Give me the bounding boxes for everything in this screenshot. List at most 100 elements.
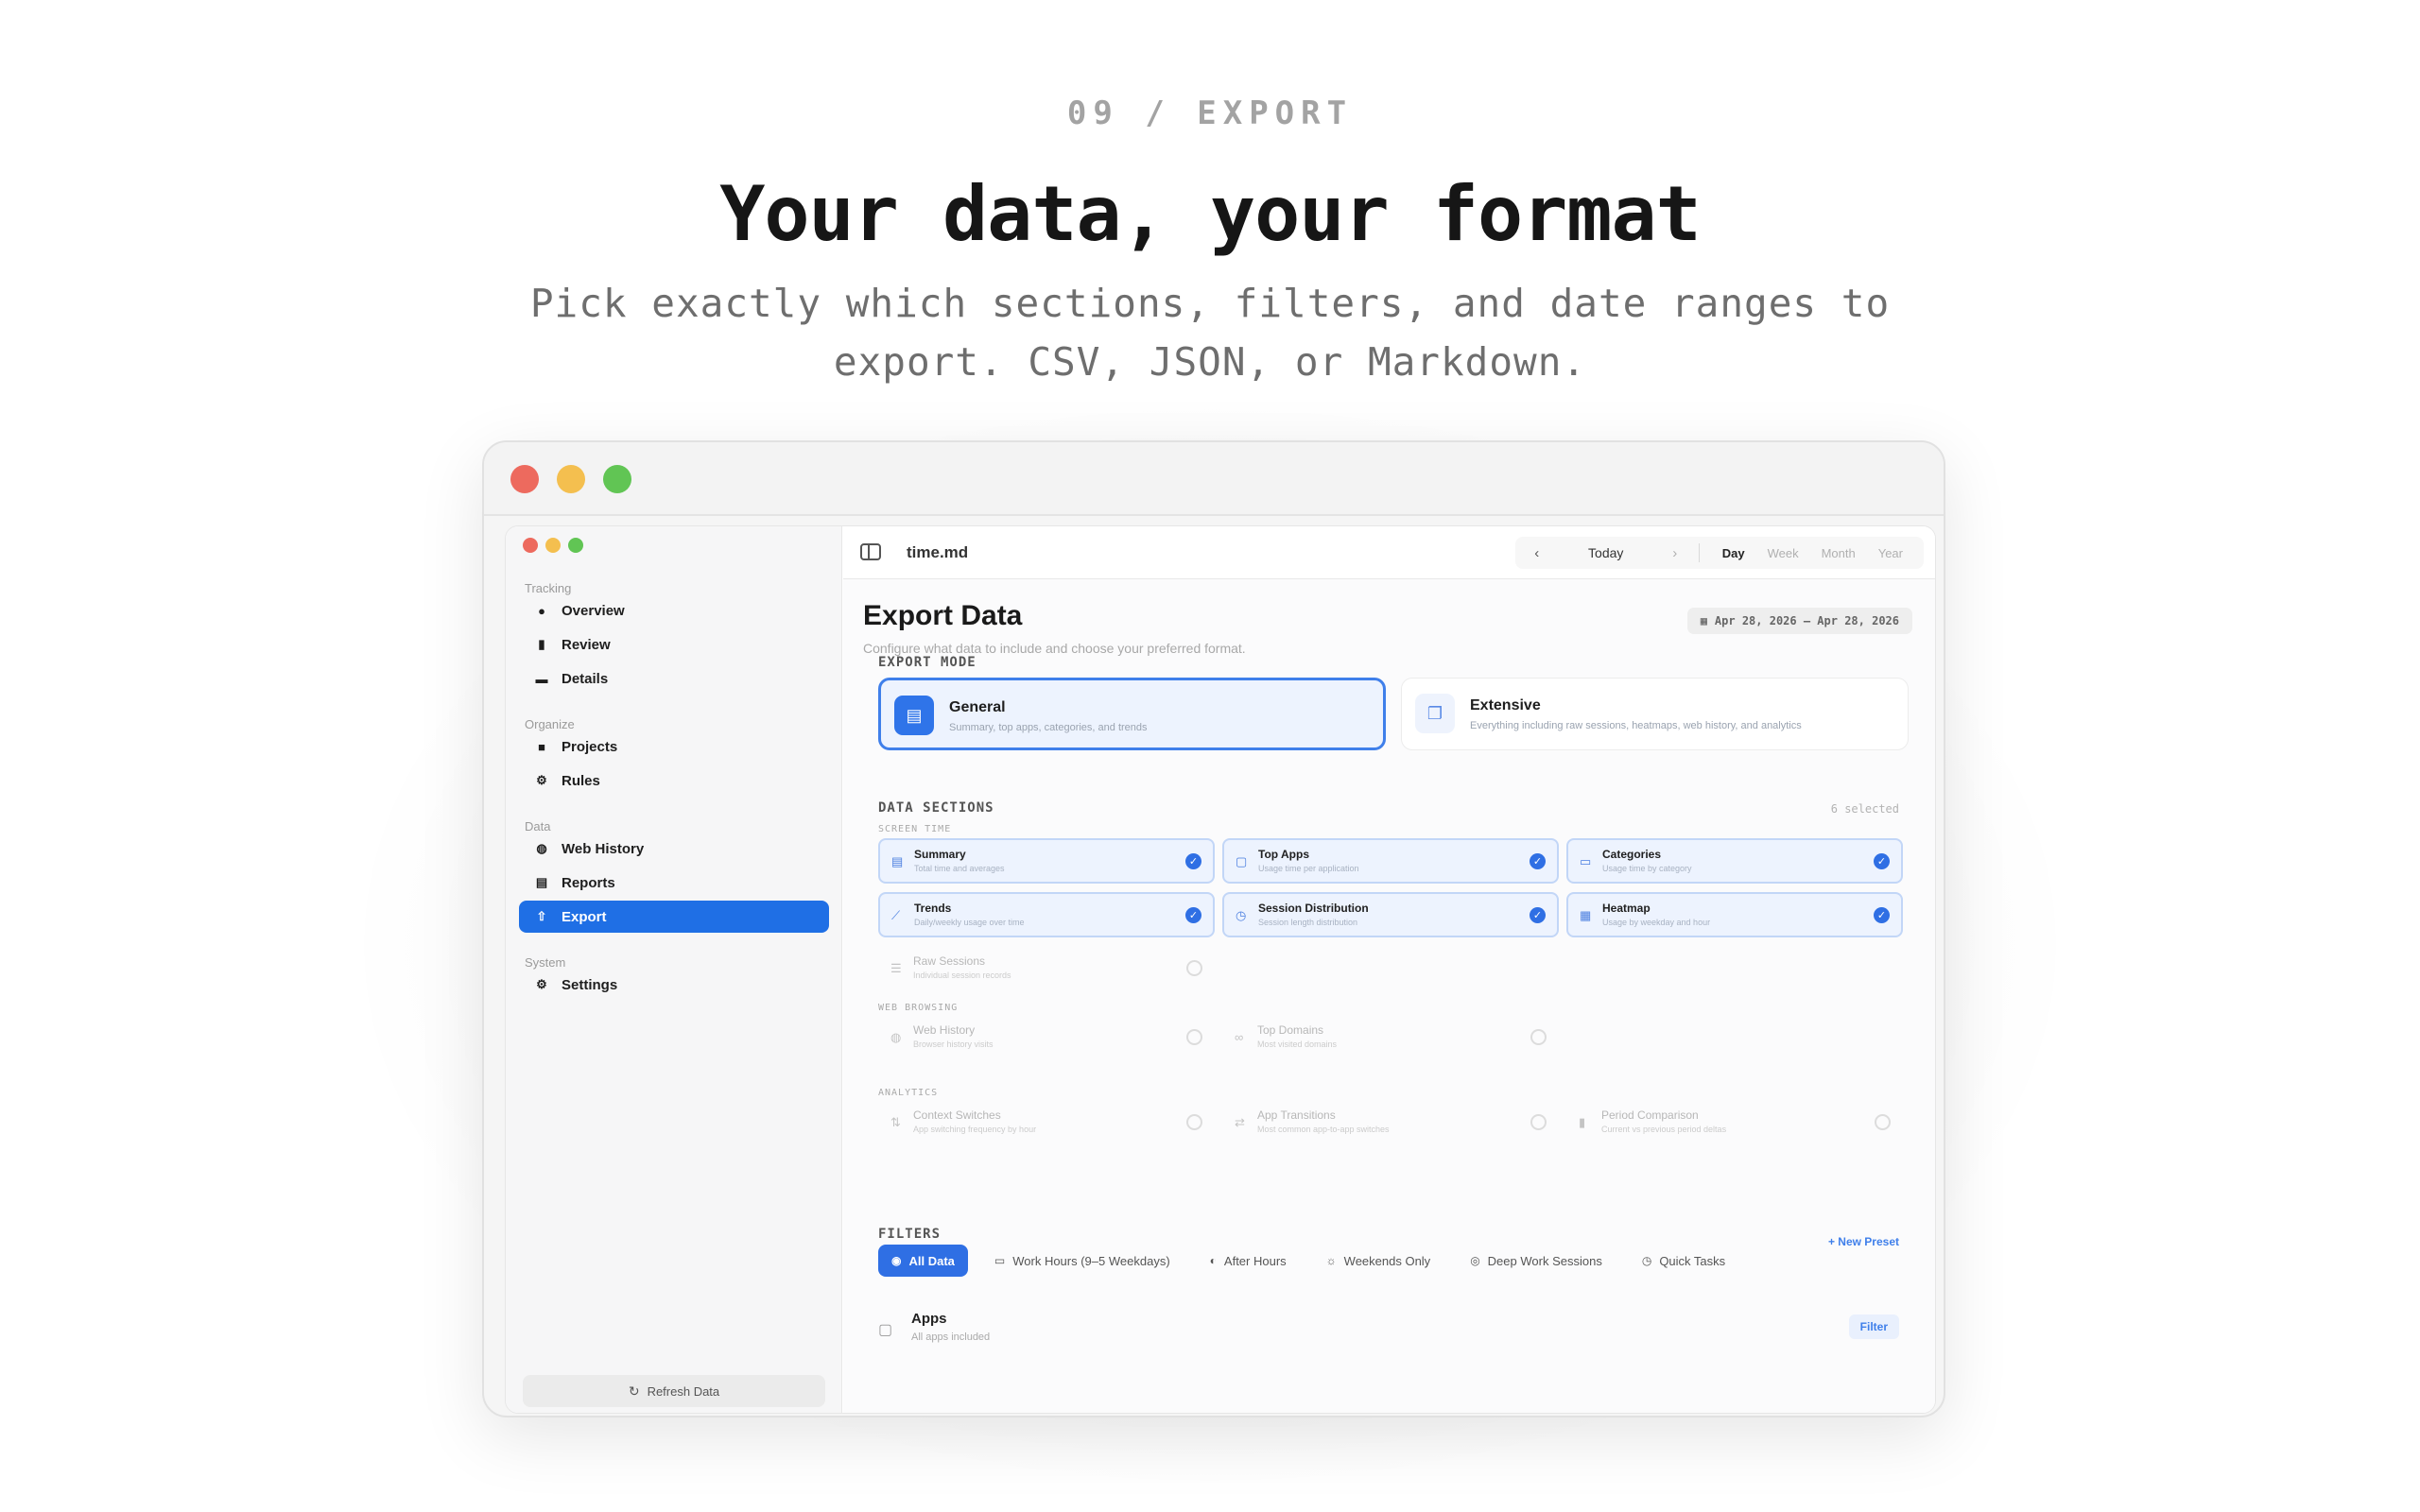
filter-quick-tasks[interactable]: ◷ Quick Tasks [1629, 1245, 1738, 1277]
checkmark-icon[interactable]: ✓ [1874, 853, 1890, 869]
sidebar-item-details[interactable]: ▬ Details [519, 662, 829, 695]
filter-after-hours[interactable]: ◐ After Hours [1197, 1245, 1300, 1277]
section-title: App Transitions [1257, 1108, 1336, 1122]
section-categories[interactable]: ▭ Categories Usage time by category ✓ [1566, 838, 1903, 884]
section-web-history[interactable]: ◍ Web History Browser history visits [878, 1015, 1215, 1060]
minimize-window-button[interactable] [557, 465, 585, 493]
sidebar-item-label: Overview [562, 602, 625, 619]
filter-work-hours[interactable]: ▭ Work Hours (9–5 Weekdays) [981, 1245, 1184, 1277]
apps-filter-row: ▢ Apps All apps included Filter [878, 1303, 1899, 1360]
apps-filter-button[interactable]: Filter [1848, 1314, 1899, 1339]
section-raw-sessions[interactable]: ☰ Raw Sessions Individual session record… [878, 946, 1215, 991]
section-context-switches[interactable]: ⇅ Context Switches App switching frequen… [878, 1100, 1215, 1145]
range-month[interactable]: Month [1810, 546, 1867, 560]
sidebar-item-review[interactable]: ▮ Review [519, 628, 829, 661]
section-title: Categories [1602, 848, 1662, 861]
document-icon: ▤ [894, 696, 934, 735]
mode-general-card[interactable]: ▤ General Summary, top apps, categories,… [878, 678, 1386, 750]
section-trends[interactable]: ⟋ Trends Daily/weekly usage over time ✓ [878, 892, 1215, 937]
sidebar-item-settings[interactable]: ⚙ Settings [519, 969, 829, 1001]
section-top-domains[interactable]: ∞ Top Domains Most visited domains [1222, 1015, 1559, 1060]
share-icon: ⇧ [536, 909, 547, 923]
link-icon: ∞ [1235, 1030, 1244, 1044]
line-chart-icon: ⟋ [891, 908, 901, 922]
filter-chips: ◉ All Data ▭ Work Hours (9–5 Weekdays) ◐… [878, 1245, 1752, 1277]
section-desc: Daily/weekly usage over time [914, 918, 1025, 927]
section-top-apps[interactable]: ▢ Top Apps Usage time per application ✓ [1222, 838, 1559, 884]
sidebar-item-rules[interactable]: ⚙ Rules [519, 765, 829, 797]
checkmark-icon[interactable]: ✓ [1185, 907, 1201, 923]
page-subtitle: Configure what data to include and choos… [863, 641, 1246, 656]
date-range-chip[interactable]: ▦ Apr 28, 2026 – Apr 28, 2026 [1686, 608, 1912, 634]
switch-icon: ⇅ [890, 1115, 901, 1129]
hero-headline: Your data, your format [719, 170, 1702, 258]
section-eyebrow: 09 / EXPORT [1066, 94, 1354, 132]
date-navigator: ‹ Today › Day Week Month Year [1514, 537, 1924, 569]
group-web-browsing: WEB BROWSING [878, 1003, 959, 1013]
sidebar-item-projects[interactable]: ■ Projects [519, 730, 829, 763]
sidebar-section-data: Data [525, 819, 551, 833]
database-icon: ◉ [891, 1254, 902, 1267]
sidebar: Tracking ● Overview ▮ Review ▬ Details O… [506, 526, 842, 1413]
section-heatmap[interactable]: ▦ Heatmap Usage by weekday and hour ✓ [1566, 892, 1903, 937]
apps-title: Apps [911, 1311, 947, 1327]
mode-extensive-card[interactable]: ❐ Extensive Everything including raw ses… [1401, 678, 1909, 750]
new-preset-button[interactable]: + New Preset [1828, 1235, 1899, 1248]
app-window: Tracking ● Overview ▮ Review ▬ Details O… [505, 525, 1936, 1414]
section-title: Heatmap [1602, 902, 1651, 915]
checkmark-icon[interactable]: ✓ [1530, 853, 1546, 869]
data-sections-label: DATA SECTIONS [878, 800, 994, 816]
close-window-button[interactable] [510, 465, 539, 493]
folder-icon: ■ [538, 739, 545, 754]
empty-checkbox-icon[interactable] [1186, 1114, 1202, 1130]
empty-checkbox-icon[interactable] [1186, 1029, 1202, 1045]
section-summary[interactable]: ▤ Summary Total time and averages ✓ [878, 838, 1215, 884]
mode-desc: Summary, top apps, categories, and trend… [949, 722, 1148, 733]
section-session-distribution[interactable]: ◷ Session Distribution Session length di… [1222, 892, 1559, 937]
bar-chart-icon: ▮ [1579, 1115, 1586, 1129]
chip-label: Quick Tasks [1659, 1253, 1726, 1268]
sidebar-item-web-history[interactable]: ◍ Web History [519, 833, 829, 865]
section-period-comparison[interactable]: ▮ Period Comparison Current vs previous … [1566, 1100, 1903, 1145]
page-title: Export Data [863, 600, 1023, 631]
section-desc: Most visited domains [1257, 1040, 1338, 1049]
empty-checkbox-icon[interactable] [1875, 1114, 1891, 1130]
checkmark-icon[interactable]: ✓ [1185, 853, 1201, 869]
sidebar-item-label: Web History [562, 840, 645, 857]
outer-titlebar [484, 442, 1944, 516]
globe-icon: ◍ [890, 1030, 902, 1044]
range-year[interactable]: Year [1867, 546, 1914, 560]
empty-checkbox-icon[interactable] [1186, 960, 1202, 976]
sidebar-section-tracking: Tracking [525, 581, 572, 595]
app-close-button[interactable] [523, 538, 538, 553]
chevron-right-icon[interactable]: › [1663, 545, 1687, 561]
app-minimize-button[interactable] [545, 538, 561, 553]
zoom-window-button[interactable] [603, 465, 631, 493]
sidebar-item-export[interactable]: ⇧ Export [519, 901, 829, 933]
export-mode-label: EXPORT MODE [878, 655, 977, 670]
range-day[interactable]: Day [1711, 546, 1756, 560]
app-icon: ▢ [878, 1322, 893, 1338]
empty-checkbox-icon[interactable] [1530, 1029, 1547, 1045]
app-zoom-button[interactable] [568, 538, 583, 553]
filter-all-data[interactable]: ◉ All Data [878, 1245, 968, 1277]
section-desc: App switching frequency by hour [913, 1125, 1037, 1134]
empty-checkbox-icon[interactable] [1530, 1114, 1547, 1130]
sidebar-toggle-icon[interactable] [860, 543, 881, 560]
chip-label: Work Hours (9–5 Weekdays) [1012, 1253, 1170, 1268]
checkmark-icon[interactable]: ✓ [1530, 907, 1546, 923]
sidebar-item-reports[interactable]: ▤ Reports [519, 867, 829, 899]
section-app-transitions[interactable]: ⇄ App Transitions Most common app-to-app… [1222, 1100, 1559, 1145]
timer-icon: ◷ [1236, 908, 1247, 922]
range-week[interactable]: Week [1756, 546, 1810, 560]
sidebar-item-overview[interactable]: ● Overview [519, 594, 829, 627]
filter-deep-work[interactable]: ◎ Deep Work Sessions [1457, 1245, 1616, 1277]
refresh-icon: ↻ [628, 1383, 640, 1399]
chevron-left-icon[interactable]: ‹ [1525, 545, 1549, 561]
section-title: Web History [913, 1023, 976, 1037]
refresh-data-button[interactable]: ↻ Refresh Data [523, 1375, 825, 1407]
checkmark-icon[interactable]: ✓ [1874, 907, 1890, 923]
filter-weekends-only[interactable]: ☼ Weekends Only [1313, 1245, 1444, 1277]
today-button[interactable]: Today [1549, 545, 1663, 560]
document-icon: ▤ [535, 875, 548, 889]
